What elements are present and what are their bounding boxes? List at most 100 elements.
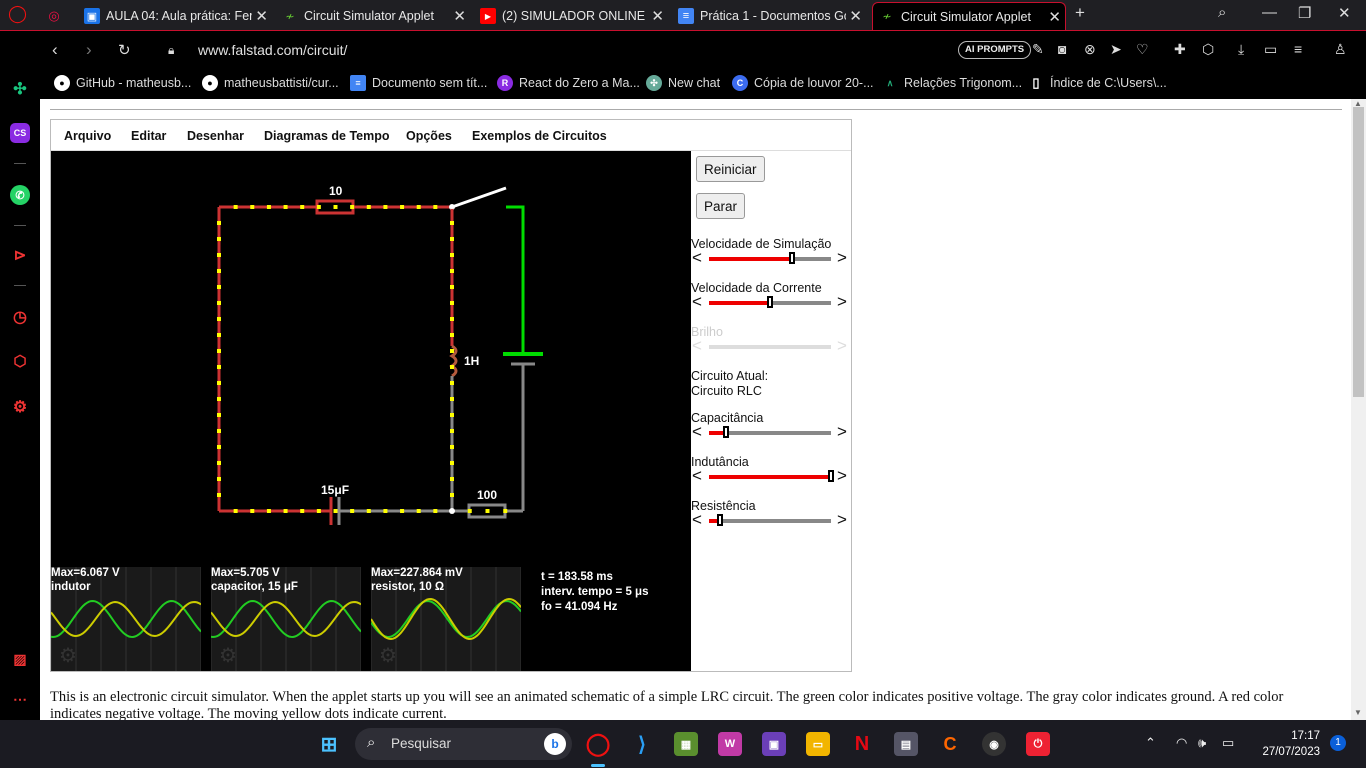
block-icon[interactable]: ⊗ (1084, 41, 1096, 58)
menu-exemplos[interactable]: Exemplos de Circuitos (472, 129, 607, 143)
more-icon[interactable]: ⋯ (10, 689, 30, 709)
netflix-icon[interactable]: N (850, 732, 874, 756)
minimize-icon[interactable]: — (1262, 4, 1277, 21)
tab-docs[interactable]: ≡ Prática 1 - Documentos Go ✕ (678, 2, 866, 30)
tab-circuit-active[interactable]: ≁ Circuit Simulator Applet ✕ (872, 2, 1066, 30)
app-chip-icon[interactable]: ▣ (762, 732, 786, 756)
bookmark-trig[interactable]: ∧ Relações Trigonom... (882, 75, 1022, 91)
taskbar-search[interactable]: ⌕ Pesquisar b (355, 728, 572, 760)
whatsapp-icon[interactable]: ✆ (10, 185, 30, 205)
tab-gaming[interactable]: ◎ (46, 2, 76, 30)
close-window-icon[interactable]: ✕ (1338, 4, 1351, 22)
history-icon[interactable]: ◷ (10, 307, 30, 327)
obs-icon[interactable]: ◉ (982, 732, 1006, 756)
calculator-icon[interactable]: ▤ (894, 732, 918, 756)
vscode-icon[interactable]: ⟩ (630, 732, 654, 756)
explorer-icon[interactable]: ▭ (806, 732, 830, 756)
resistance-slider[interactable]: < > (691, 510, 851, 530)
ai-prompts-button[interactable]: AI PROMPTS (958, 41, 1032, 59)
slider-left-arrow[interactable]: < (692, 248, 702, 268)
scope-capacitor[interactable]: Max=5.705 V capacitor, 15 μF ⚙ (211, 567, 361, 671)
bookmark-file[interactable]: ▯ Índice de C:\Users\... (1028, 75, 1166, 91)
slider-right-arrow[interactable]: > (837, 466, 847, 486)
bookmark-canva[interactable]: C Cópia de louvor 20-... (732, 75, 874, 91)
search-tabs-icon[interactable]: ⌕ (1218, 4, 1226, 21)
bookmark-react[interactable]: R React do Zero a Ma... (497, 75, 640, 91)
gear-icon[interactable]: ⚙ (219, 643, 237, 668)
tab-aula[interactable]: ▣ AULA 04: Aula prática: Ferr ✕ (84, 2, 272, 30)
wifi-icon[interactable]: ◠ (1176, 735, 1187, 751)
opera-menu-icon[interactable]: ◯ (8, 4, 27, 24)
menu-diagramas-de-tempo[interactable]: Diagramas de Tempo (264, 129, 390, 143)
page-scrollbar[interactable]: ▲ ▼ (1351, 99, 1366, 720)
close-icon[interactable]: ✕ (1048, 8, 1061, 26)
reload-icon[interactable]: ↻ (118, 41, 131, 59)
gear-icon[interactable]: ⚙ (379, 643, 397, 668)
settings-icon[interactable]: ⚙ (10, 397, 30, 417)
maximize-icon[interactable]: ❐ (1298, 4, 1311, 22)
download-icon[interactable]: ⤓ (1238, 41, 1244, 58)
menu-desenhar[interactable]: Desenhar (187, 129, 244, 143)
slider-right-arrow[interactable]: > (837, 336, 847, 356)
edit-icon[interactable]: ✎ (1032, 41, 1044, 58)
player-icon[interactable]: ⊳ (10, 245, 30, 265)
circuit-canvas[interactable]: 10 1H 15μF 100 Max=6.067 V indutor ⚙ Max… (51, 151, 691, 671)
stop-button[interactable]: Parar (696, 193, 746, 219)
lock-icon[interactable]: 🔒︎ (168, 43, 174, 58)
chevron-up-icon[interactable]: ⌃ (1145, 735, 1156, 751)
slider-right-arrow[interactable]: > (837, 510, 847, 530)
tab-youtube[interactable]: ▶ (2) SIMULADOR ONLINE E ✕ (480, 2, 668, 30)
slider-thumb[interactable] (717, 514, 723, 526)
slider-thumb[interactable] (723, 426, 729, 438)
slider-left-arrow[interactable]: < (692, 292, 702, 312)
close-icon[interactable]: ✕ (651, 7, 664, 25)
heart-icon[interactable]: ♡ (1136, 41, 1149, 58)
scroll-down-icon[interactable]: ▼ (1354, 708, 1362, 717)
app-w-icon[interactable]: W (718, 732, 742, 756)
capacitance-slider[interactable]: < > (691, 422, 851, 442)
close-icon[interactable]: ✕ (453, 7, 466, 25)
switch[interactable] (451, 186, 507, 209)
opera-icon[interactable]: ◯ (586, 731, 611, 756)
taskbar-clock[interactable]: 17:17 27/07/2023 (1252, 728, 1320, 760)
slider-thumb[interactable] (767, 296, 773, 308)
close-icon[interactable]: ✕ (255, 7, 268, 25)
slider-thumb[interactable] (789, 252, 795, 264)
slider-left-arrow[interactable]: < (692, 336, 702, 356)
sim-speed-slider[interactable]: < > (691, 248, 851, 268)
bookmark-docs[interactable]: ≡ Documento sem tít... (350, 75, 487, 91)
gear-icon[interactable]: ⚙ (59, 643, 77, 668)
app-c-icon[interactable]: C (938, 732, 962, 756)
bookmark-chatgpt[interactable]: ✣ New chat (646, 75, 720, 91)
url-field[interactable]: www.falstad.com/circuit/ (198, 42, 347, 58)
scope-resistor[interactable]: Max=227.864 mV resistor, 10 Ω ⚙ (371, 567, 521, 671)
tab-circuit-1[interactable]: ≁ Circuit Simulator Applet ✕ (282, 2, 470, 30)
person-icon[interactable]: ♙ (1334, 41, 1347, 58)
slider-left-arrow[interactable]: < (692, 510, 702, 530)
battery-icon[interactable]: ▭ (1222, 735, 1234, 751)
easy-setup-icon[interactable]: ≡ (1294, 41, 1302, 57)
slider-right-arrow[interactable]: > (837, 248, 847, 268)
app-power-icon[interactable]: ⏻ (1026, 732, 1050, 756)
chatgpt-sidebar-icon[interactable]: ✣ (10, 79, 30, 99)
battery-saver-icon[interactable]: ▭ (1264, 41, 1277, 58)
minecraft-icon[interactable]: ▦ (674, 732, 698, 756)
slider-right-arrow[interactable]: > (837, 422, 847, 442)
current-speed-slider[interactable]: < > (691, 292, 851, 312)
menu-arquivo[interactable]: Arquivo (64, 129, 111, 143)
chatsonic-icon[interactable]: CS (10, 123, 30, 143)
bookmark-github-1[interactable]: ● GitHub - matheusb... (54, 75, 191, 91)
inductance-slider[interactable]: < > (691, 466, 851, 486)
send-icon[interactable]: ➤ (1110, 41, 1122, 58)
camera-icon[interactable]: ◙ (1058, 41, 1066, 57)
back-icon[interactable]: ‹ (52, 40, 58, 60)
cube-sidebar-icon[interactable]: ⬡ (10, 351, 30, 371)
cube-icon[interactable]: ⬡ (1202, 41, 1214, 58)
slider-thumb[interactable] (828, 470, 834, 482)
slider-left-arrow[interactable]: < (692, 422, 702, 442)
slider-right-arrow[interactable]: > (837, 292, 847, 312)
menu-editar[interactable]: Editar (131, 129, 166, 143)
brightness-slider[interactable]: < > (691, 336, 851, 356)
scroll-thumb[interactable] (1353, 107, 1364, 397)
menu-opcoes[interactable]: Opções (406, 129, 452, 143)
